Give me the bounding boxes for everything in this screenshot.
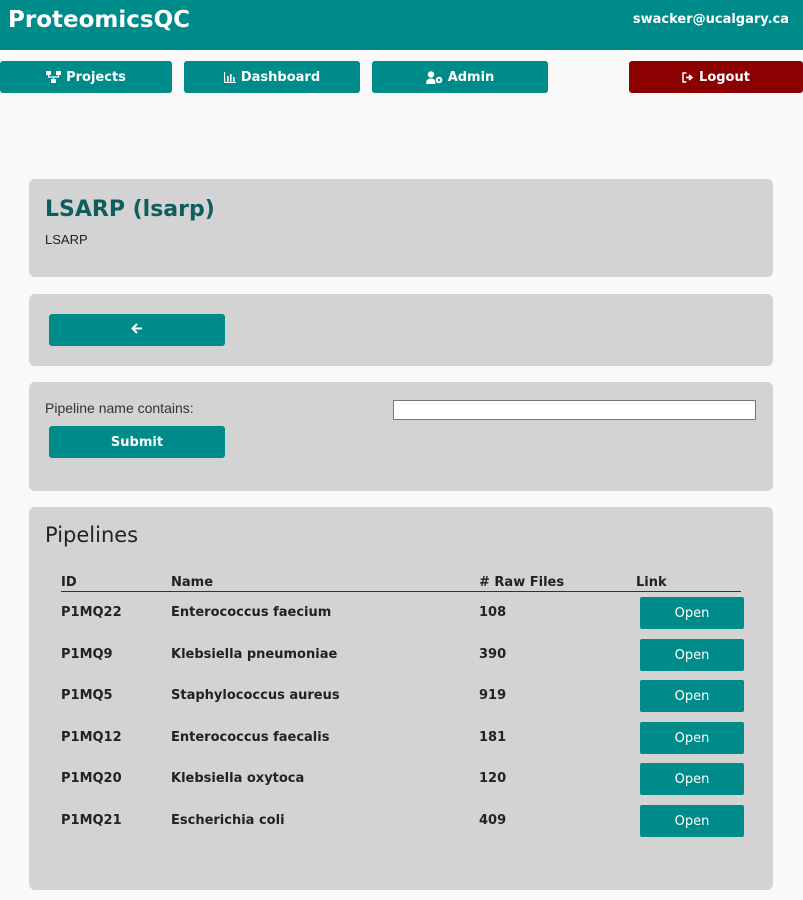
table-row: P1MQ20 Klebsiella oxytoca 120 Open <box>61 763 751 795</box>
bar-chart-icon <box>223 71 236 83</box>
column-header-name: Name <box>171 575 214 590</box>
arrow-left-icon <box>131 322 143 338</box>
pipeline-name: Enterococcus faecalis <box>171 730 330 745</box>
pipeline-raw-files: 409 <box>479 813 507 828</box>
admin-button[interactable]: Admin <box>372 61 548 93</box>
open-button[interactable]: Open <box>640 722 744 754</box>
column-header-id: ID <box>61 575 77 590</box>
filter-label: Pipeline name contains: <box>45 400 194 416</box>
pipeline-id: P1MQ22 <box>61 605 122 620</box>
table-row: P1MQ22 Enterococcus faecium 108 Open <box>61 597 751 629</box>
open-button[interactable]: Open <box>640 639 744 671</box>
pipeline-name: Escherichia coli <box>171 813 285 828</box>
open-button[interactable]: Open <box>640 680 744 712</box>
top-bar: ProteomicsQC swacker@ucalgary.ca <box>0 0 803 50</box>
logout-label: Logout <box>699 69 750 85</box>
pipeline-name: Klebsiella pneumoniae <box>171 647 338 662</box>
sign-out-icon <box>682 71 694 83</box>
dashboard-button[interactable]: Dashboard <box>184 61 360 93</box>
pipeline-raw-files: 390 <box>479 647 507 662</box>
back-button[interactable] <box>49 314 225 346</box>
pipeline-raw-files: 120 <box>479 771 507 786</box>
pipeline-name: Staphylococcus aureus <box>171 688 340 703</box>
dashboard-label: Dashboard <box>240 69 321 85</box>
project-header-panel: LSARP (lsarp) LSARP <box>29 179 773 277</box>
table-row: P1MQ5 Staphylococcus aureus 919 Open <box>61 680 751 712</box>
column-header-raw-files: # Raw Files <box>479 575 565 590</box>
pipeline-raw-files: 108 <box>479 605 507 620</box>
open-button[interactable]: Open <box>640 597 744 629</box>
pipelines-title: Pipelines <box>45 523 139 547</box>
brand-title[interactable]: ProteomicsQC <box>8 7 190 33</box>
project-subtitle: LSARP <box>45 232 88 247</box>
logout-button[interactable]: Logout <box>629 61 803 93</box>
projects-button[interactable]: Projects <box>0 61 172 93</box>
table-header: ID Name # Raw Files Link <box>61 575 741 592</box>
filter-panel: Pipeline name contains: Submit <box>29 382 773 491</box>
pipeline-name: Enterococcus faecium <box>171 605 332 620</box>
table-row: P1MQ9 Klebsiella pneumoniae 390 Open <box>61 639 751 671</box>
back-panel <box>29 294 773 366</box>
user-cog-icon <box>425 70 443 84</box>
pipeline-id: P1MQ20 <box>61 771 122 786</box>
submit-button[interactable]: Submit <box>49 426 225 458</box>
pipeline-raw-files: 919 <box>479 688 507 703</box>
pipeline-raw-files: 181 <box>479 730 507 745</box>
user-email[interactable]: swacker@ucalgary.ca <box>633 12 789 27</box>
pipeline-id: P1MQ9 <box>61 647 113 662</box>
pipeline-id: P1MQ21 <box>61 813 122 828</box>
pipeline-name: Klebsiella oxytoca <box>171 771 305 786</box>
table-row: P1MQ21 Escherichia coli 409 Open <box>61 805 751 837</box>
sitemap-icon <box>46 71 62 83</box>
pipeline-id: P1MQ5 <box>61 688 113 703</box>
admin-label: Admin <box>447 69 495 85</box>
table-row: P1MQ12 Enterococcus faecalis 181 Open <box>61 722 751 754</box>
project-title: LSARP (lsarp) <box>45 197 215 222</box>
column-header-link: Link <box>636 575 667 590</box>
pipeline-id: P1MQ12 <box>61 730 122 745</box>
pipeline-name-input[interactable] <box>393 400 756 420</box>
open-button[interactable]: Open <box>640 805 744 837</box>
projects-label: Projects <box>66 69 126 85</box>
pipelines-panel: Pipelines ID Name # Raw Files Link P1MQ2… <box>29 507 773 890</box>
open-button[interactable]: Open <box>640 763 744 795</box>
